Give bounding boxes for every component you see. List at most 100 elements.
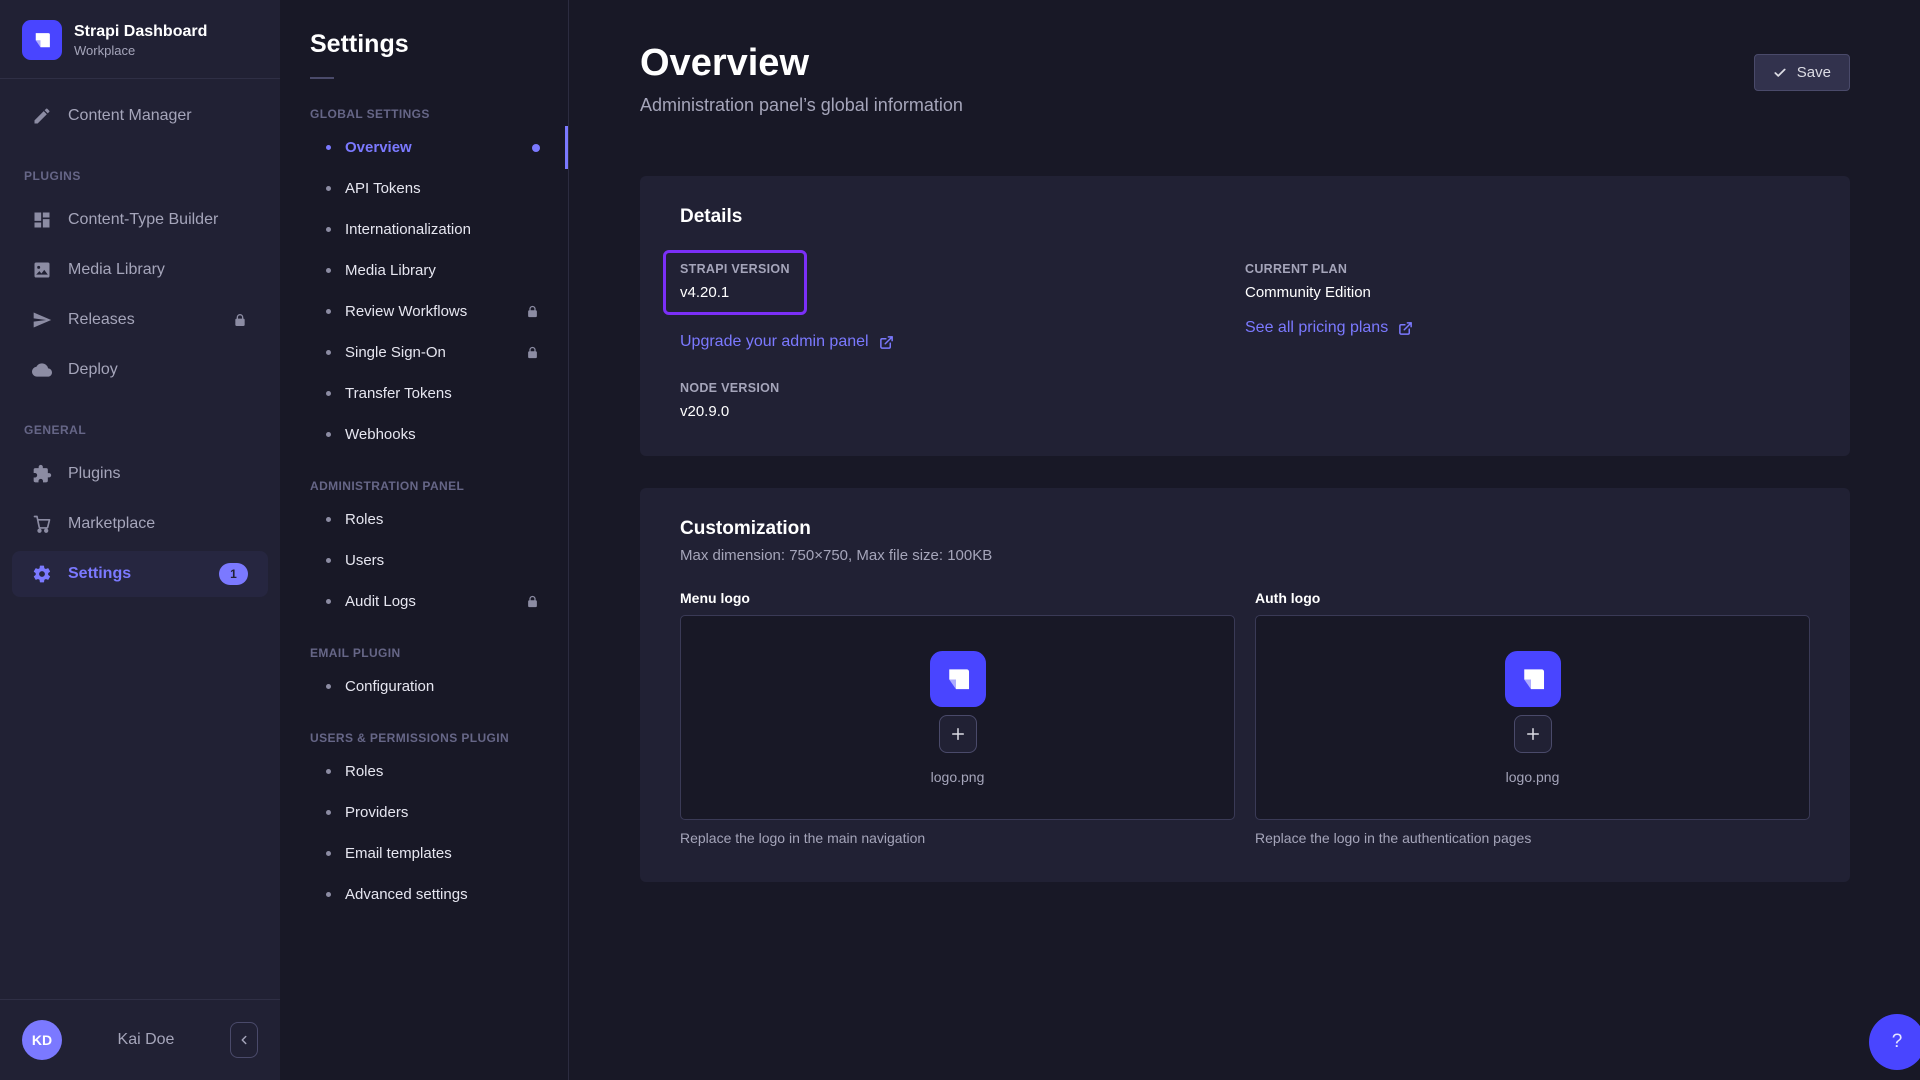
settings-nav-item-up-roles[interactable]: Roles: [280, 751, 568, 792]
sidebar-item-label: Settings: [68, 565, 131, 583]
settings-nav-item-advanced-settings[interactable]: Advanced settings: [280, 874, 568, 915]
add-menu-logo-button[interactable]: [939, 715, 977, 753]
settings-notification-badge: 1: [219, 563, 248, 585]
page-subtitle: Administration panel’s global informatio…: [640, 95, 963, 116]
lock-icon: [525, 594, 540, 609]
current-plan-value: Community Edition: [1245, 284, 1810, 301]
settings-nav-item-single-sign-on[interactable]: Single Sign-On: [280, 332, 568, 373]
settings-nav-item-webhooks[interactable]: Webhooks: [280, 414, 568, 455]
settings-nav-item-admin-roles[interactable]: Roles: [280, 499, 568, 540]
details-title: Details: [680, 206, 1810, 228]
bullet-icon: [326, 391, 331, 396]
external-link-icon: [1398, 321, 1413, 336]
settings-nav-item-audit-logs[interactable]: Audit Logs: [280, 581, 568, 622]
settings-nav-label: Webhooks: [345, 426, 416, 443]
save-button-label: Save: [1797, 64, 1831, 81]
workspace-switcher[interactable]: Strapi Dashboard Workplace: [0, 0, 280, 78]
pricing-plans-link[interactable]: See all pricing plans: [1245, 319, 1413, 337]
puzzle-icon: [32, 464, 52, 484]
bullet-icon: [326, 227, 331, 232]
sidebar-item-deploy[interactable]: Deploy: [12, 347, 268, 393]
sidebar-item-plugins[interactable]: Plugins: [12, 451, 268, 497]
settings-nav-item-internationalization[interactable]: Internationalization: [280, 209, 568, 250]
add-auth-logo-button[interactable]: [1514, 715, 1552, 753]
settings-nav-label: Transfer Tokens: [345, 385, 452, 402]
main-nav-list: Content Manager PLUGINS Content-Type Bui…: [0, 79, 280, 999]
sidebar-item-media-library[interactable]: Media Library: [12, 247, 268, 293]
plus-icon: [1524, 725, 1542, 743]
sidebar-item-label: Media Library: [68, 261, 165, 279]
pencil-icon: [32, 106, 52, 126]
strapi-logo-icon: [930, 651, 986, 707]
lock-icon: [232, 312, 248, 328]
settings-nav-item-media-library[interactable]: Media Library: [280, 250, 568, 291]
section-email-plugin: EMAIL PLUGIN: [280, 622, 568, 666]
bullet-icon: [326, 432, 331, 437]
sidebar-item-label: Marketplace: [68, 515, 155, 533]
strapi-logo-icon: [22, 20, 62, 60]
menu-logo-filename: logo.png: [931, 769, 985, 785]
notification-dot-icon: [532, 144, 540, 152]
auth-logo-dropzone[interactable]: logo.png: [1255, 615, 1810, 820]
help-button[interactable]: ?: [1869, 1014, 1920, 1070]
customization-title: Customization: [680, 518, 1810, 540]
main-content: Overview Administration panel’s global i…: [569, 0, 1920, 1080]
lock-icon: [525, 304, 540, 319]
page-header: Overview Administration panel’s global i…: [640, 42, 1850, 116]
sidebar-item-label: Releases: [68, 311, 135, 329]
menu-logo-label: Menu logo: [680, 590, 1235, 606]
settings-nav-item-transfer-tokens[interactable]: Transfer Tokens: [280, 373, 568, 414]
strapi-version-value: v4.20.1: [680, 284, 790, 301]
settings-nav-item-overview[interactable]: Overview: [280, 127, 568, 168]
settings-nav-label: Media Library: [345, 262, 436, 279]
settings-nav-label: Overview: [345, 139, 412, 156]
lock-icon: [525, 345, 540, 360]
sidebar-item-marketplace[interactable]: Marketplace: [12, 501, 268, 547]
section-users-permissions-plugin: USERS & PERMISSIONS PLUGIN: [280, 707, 568, 751]
settings-nav-item-providers[interactable]: Providers: [280, 792, 568, 833]
image-icon: [32, 260, 52, 280]
settings-nav-item-email-templates[interactable]: Email templates: [280, 833, 568, 874]
bullet-icon: [326, 309, 331, 314]
auth-logo-label: Auth logo: [1255, 590, 1810, 606]
main-sidebar: Strapi Dashboard Workplace Content Manag…: [0, 0, 280, 1080]
settings-nav-item-admin-users[interactable]: Users: [280, 540, 568, 581]
nav-section-general: GENERAL: [0, 397, 280, 447]
settings-nav-title: Settings: [280, 30, 568, 59]
details-card: Details STRAPI VERSION v4.20.1 Upgrade y…: [640, 176, 1850, 456]
settings-nav-label: Configuration: [345, 678, 434, 695]
app-title: Strapi Dashboard: [74, 22, 207, 41]
workspace-name: Workplace: [74, 43, 207, 58]
pricing-link-label: See all pricing plans: [1245, 319, 1388, 337]
sidebar-item-label: Plugins: [68, 465, 120, 483]
collapse-sidebar-button[interactable]: [230, 1022, 258, 1058]
cloud-icon: [32, 360, 52, 380]
auth-logo-field: Auth logo logo.png Replace the logo in t…: [1255, 590, 1810, 846]
active-indicator: [565, 126, 568, 169]
cart-icon: [32, 514, 52, 534]
external-link-icon: [879, 335, 894, 350]
customization-constraints: Max dimension: 750×750, Max file size: 1…: [680, 547, 1810, 564]
strapi-logo-icon: [1505, 651, 1561, 707]
settings-nav-item-api-tokens[interactable]: API Tokens: [280, 168, 568, 209]
menu-logo-dropzone[interactable]: logo.png: [680, 615, 1235, 820]
bullet-icon: [326, 186, 331, 191]
divider: [310, 77, 334, 79]
sidebar-item-content-manager[interactable]: Content Manager: [12, 93, 268, 139]
bullet-icon: [326, 769, 331, 774]
section-administration-panel: ADMINISTRATION PANEL: [280, 455, 568, 499]
settings-nav-item-review-workflows[interactable]: Review Workflows: [280, 291, 568, 332]
auth-logo-caption: Replace the logo in the authentication p…: [1255, 830, 1810, 846]
settings-nav-label: Roles: [345, 763, 383, 780]
save-button[interactable]: Save: [1754, 54, 1850, 91]
sidebar-item-content-type-builder[interactable]: Content-Type Builder: [12, 197, 268, 243]
sidebar-item-releases[interactable]: Releases: [12, 297, 268, 343]
bullet-icon: [326, 350, 331, 355]
settings-nav-item-email-configuration[interactable]: Configuration: [280, 666, 568, 707]
nav-section-plugins: PLUGINS: [0, 143, 280, 193]
settings-nav-label: Advanced settings: [345, 886, 468, 903]
sidebar-item-settings[interactable]: Settings 1: [12, 551, 268, 597]
sidebar-item-label: Content-Type Builder: [68, 211, 218, 229]
upgrade-admin-panel-link[interactable]: Upgrade your admin panel: [680, 333, 894, 351]
user-avatar[interactable]: KD: [22, 1020, 62, 1060]
